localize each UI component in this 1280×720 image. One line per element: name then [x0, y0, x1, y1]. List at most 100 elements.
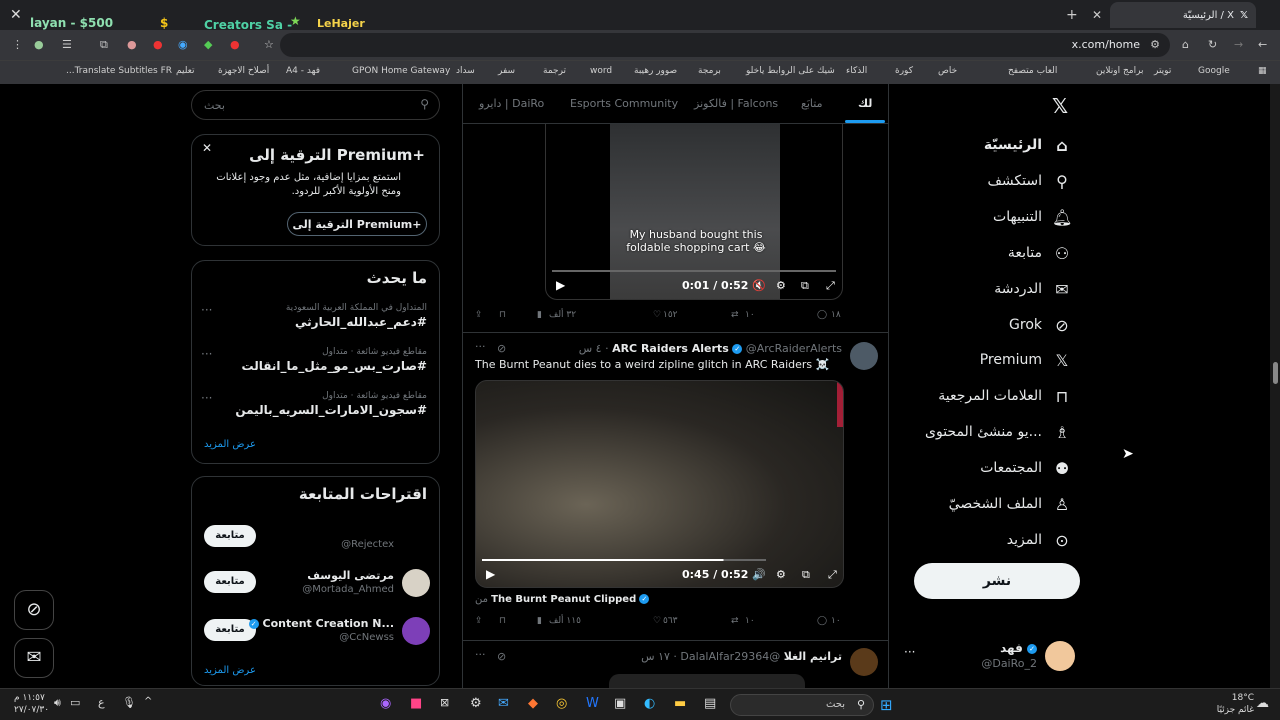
- replies-count[interactable]: ١٠: [831, 616, 841, 626]
- extension-icon-4[interactable]: ◉: [178, 38, 188, 51]
- share-icon[interactable]: ⇪: [475, 616, 483, 626]
- menu-icon[interactable]: ⋮: [12, 38, 23, 51]
- grok-icon[interactable]: ⊘: [497, 342, 506, 355]
- new-tab-icon[interactable]: +: [1066, 7, 1078, 23]
- trends-show-more-link[interactable]: عرض المزيد: [204, 439, 256, 450]
- replies-count[interactable]: ١٨: [831, 310, 841, 320]
- bookmark-sadad[interactable]: سداد: [456, 66, 475, 76]
- post-author-handle[interactable]: @ArcRaiderAlerts: [746, 342, 842, 355]
- app-icon-store[interactable]: ▣: [614, 696, 626, 711]
- bookmark-education[interactable]: تعليم: [176, 66, 195, 76]
- more-options-icon[interactable]: ···: [475, 340, 486, 353]
- nav-more[interactable]: ⊙ المزيد: [1007, 528, 1072, 552]
- extension-icon-3[interactable]: ●: [153, 38, 163, 51]
- volume-icon[interactable]: 🔊︎: [54, 696, 61, 710]
- follow-name[interactable]: ✓ Content Creation N...: [248, 617, 394, 630]
- app-icon-mail[interactable]: ✉: [498, 696, 509, 711]
- search-input[interactable]: بحث ⚲: [191, 90, 440, 120]
- nav-communities[interactable]: ⚉ المجتمعات: [980, 456, 1072, 480]
- windows-start-icon[interactable]: ⊞: [880, 696, 893, 714]
- avatar[interactable]: [850, 648, 878, 676]
- tab-esports[interactable]: Esports Community: [570, 97, 678, 110]
- views-count[interactable]: ١١٥ ألف: [549, 616, 581, 626]
- likes-count[interactable]: ٥٦٣: [663, 616, 678, 626]
- bookmark-private[interactable]: خاص: [938, 66, 957, 76]
- views-count[interactable]: ٣٢ ألف: [549, 310, 576, 320]
- back-icon[interactable]: ←: [1258, 38, 1267, 51]
- fullscreen-icon[interactable]: ⤢: [828, 568, 837, 582]
- extension-icon-6[interactable]: ●: [230, 38, 240, 51]
- messages-float-icon[interactable]: ✉: [14, 638, 54, 678]
- app-icon-media[interactable]: ■: [410, 696, 422, 711]
- reposts-count[interactable]: ١٠: [745, 616, 755, 626]
- app-icon-brave[interactable]: ◆: [528, 696, 538, 711]
- play-icon[interactable]: ▶: [556, 278, 565, 292]
- bookmark-pictures[interactable]: صوور رهيبة: [634, 66, 677, 76]
- follow-handle[interactable]: @Mortada_Ahmed: [302, 584, 394, 595]
- puzzle-icon[interactable]: ⧉: [100, 38, 108, 52]
- reload-icon[interactable]: ↻: [1208, 38, 1217, 51]
- bookmark-icon[interactable]: ⊓: [499, 310, 506, 320]
- bookmark-gpon[interactable]: GPON Home Gateway: [352, 66, 450, 76]
- close-window-icon[interactable]: ✕: [10, 7, 22, 23]
- profile-icon[interactable]: ●: [34, 38, 44, 51]
- video-progress-bar[interactable]: [552, 270, 836, 272]
- follow-name[interactable]: مرتضى اليوسف: [307, 569, 394, 582]
- bookmark-link-check[interactable]: شيك على الروابط ياخلو: [746, 66, 835, 76]
- follow-handle[interactable]: @Rejectex: [341, 539, 394, 550]
- trend-item[interactable]: مقاطع فيديو شائعة · متداول #صارت_بس_مو_م…: [201, 347, 427, 373]
- grok-icon[interactable]: ⊘: [497, 650, 506, 663]
- bookmark-translate[interactable]: ترجمة: [543, 66, 566, 76]
- fullscreen-icon[interactable]: ⤢: [826, 279, 835, 293]
- bookmark-subtitles[interactable]: Translate Subtitles FR...: [66, 66, 172, 76]
- bookmark-google[interactable]: Google: [1198, 66, 1230, 76]
- follow-show-more-link[interactable]: عرض المزيد: [204, 665, 256, 676]
- mic-icon[interactable]: 🎙︎: [122, 696, 136, 709]
- scrollbar[interactable]: [1270, 84, 1280, 688]
- tab-dairo[interactable]: دايرو | DaiRo: [479, 97, 544, 110]
- bookmark-games[interactable]: العاب متصفح: [1008, 66, 1057, 76]
- site-info-icon[interactable]: ⚙: [1150, 38, 1160, 51]
- bookmark-icon[interactable]: ⊓: [499, 616, 506, 626]
- share-icon[interactable]: ⇪: [475, 310, 483, 320]
- post-media-preview[interactable]: [609, 674, 805, 688]
- extension-icon-5[interactable]: ◆: [204, 38, 212, 51]
- follow-button[interactable]: متابعة: [204, 571, 256, 593]
- account-switcher[interactable]: فهد ✓ @DaiRo_2 ···: [900, 637, 1075, 677]
- bookmark-programming[interactable]: برمجة: [698, 66, 721, 76]
- nav-creator-studio[interactable]: ♗ يو منشئ المحتوى...: [925, 420, 1072, 444]
- apps-icon[interactable]: ▦: [1258, 66, 1267, 76]
- chevron-up-icon[interactable]: ^: [144, 696, 152, 707]
- nav-notifications[interactable]: 🔔︎ التنبيهات: [993, 205, 1072, 229]
- extension-icon[interactable]: ☰: [62, 38, 72, 51]
- app-icon-settings[interactable]: ⚙: [470, 696, 482, 711]
- tab-for-you[interactable]: لك: [858, 97, 872, 110]
- weather-widget[interactable]: 18°C غائم جزئيًا: [1217, 692, 1254, 716]
- grok-float-icon[interactable]: ⊘: [14, 590, 54, 630]
- bookmark-programs[interactable]: برامج اونلاين: [1096, 66, 1144, 76]
- app-icon-task-view[interactable]: ▤: [704, 696, 716, 711]
- trend-item[interactable]: المتداول في المملكة العربية السعودية #دع…: [201, 303, 427, 329]
- app-icon-discord[interactable]: ◉: [380, 696, 391, 711]
- taskbar-clock[interactable]: ١١:٥٧ م ٢٧/٠٧/٣٠: [14, 692, 49, 716]
- scrollbar-thumb[interactable]: [1273, 362, 1278, 384]
- premium-upgrade-button[interactable]: الترقية إلى Premium+: [287, 212, 427, 236]
- bookmark-fahad-a4[interactable]: فهد - A4: [286, 66, 320, 76]
- video-progress-bar[interactable]: [482, 559, 766, 561]
- play-icon[interactable]: ▶: [486, 567, 495, 581]
- post-author-name[interactable]: ترانيم الغلا: [784, 650, 842, 663]
- active-tab[interactable]: الرئيسيّة / X 𝕏: [1110, 2, 1256, 28]
- bookmark-repair[interactable]: أصلاح الاجهزة: [218, 66, 269, 76]
- address-bar[interactable]: x.com/home ⚙: [280, 33, 1170, 57]
- network-icon[interactable]: ▭: [70, 696, 80, 709]
- avatar[interactable]: [402, 569, 430, 597]
- video-source-name[interactable]: The Burnt Peanut Clipped: [491, 594, 636, 605]
- extension-icon-2[interactable]: ●: [127, 38, 137, 51]
- bookmark-star-icon[interactable]: ☆: [264, 38, 274, 51]
- tab-falcons[interactable]: فالكونز | Falcons: [694, 97, 778, 110]
- follow-handle[interactable]: @CcNewss: [339, 632, 394, 643]
- more-options-icon[interactable]: ···: [904, 645, 915, 659]
- pip-icon[interactable]: ⧉: [801, 279, 809, 293]
- settings-icon[interactable]: ⚙: [776, 568, 786, 581]
- reposts-count[interactable]: ١٠: [745, 310, 755, 320]
